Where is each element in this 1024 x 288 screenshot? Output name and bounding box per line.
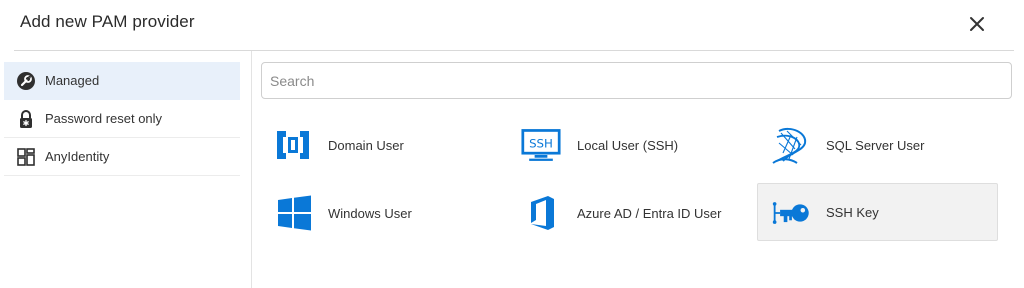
provider-label: SSH Key (826, 204, 879, 220)
provider-label: Azure AD / Entra ID User (577, 205, 722, 221)
dialog-title: Add new PAM provider (20, 12, 195, 31)
sidebar-item-label: Password reset only (45, 111, 163, 126)
close-button[interactable] (962, 10, 992, 38)
sidebar-item-managed[interactable]: Managed (4, 62, 240, 100)
padlock-asterisk-icon (16, 109, 36, 129)
provider-tile-ssh-key[interactable]: SSH Key (757, 183, 998, 241)
header-divider (14, 50, 1014, 51)
provider-tile-domain-user[interactable]: Domain User (261, 116, 502, 174)
svg-text:SSH: SSH (529, 137, 553, 151)
dialog-header: Add new PAM provider (0, 0, 1024, 50)
ssh-key-icon (771, 193, 811, 233)
provider-tile-sql-server-user[interactable]: SQL Server User (759, 116, 1000, 174)
provider-label: Local User (SSH) (577, 137, 679, 153)
windows-logo-icon (274, 193, 314, 233)
domain-user-icon (273, 125, 313, 165)
provider-label: Windows User (328, 205, 412, 221)
grid-blocks-icon (16, 147, 36, 167)
close-icon (970, 17, 984, 31)
sidebar-item-password-reset-only[interactable]: Password reset only (4, 100, 240, 138)
provider-tile-windows-user[interactable]: Windows User (261, 184, 502, 242)
provider-category-sidebar: Managed Password reset only AnyIdentity (4, 62, 240, 288)
panel-divider (251, 51, 252, 288)
sidebar-item-anyidentity[interactable]: AnyIdentity (4, 138, 240, 176)
search-input[interactable] (261, 62, 1012, 99)
provider-label: SQL Server User (826, 137, 925, 153)
sidebar-item-label: Managed (45, 73, 100, 88)
sql-server-icon (771, 124, 811, 164)
add-pam-provider-dialog: Add new PAM provider Managed Password re… (0, 0, 1024, 288)
wrench-circle-icon (16, 71, 36, 91)
sidebar-item-label: AnyIdentity (45, 149, 110, 164)
provider-tile-local-user-ssh[interactable]: SSH Local User (SSH) (510, 116, 751, 174)
office-logo-icon (522, 193, 562, 233)
provider-label: Domain User (328, 137, 404, 153)
provider-tile-azure-ad-entra-id-user[interactable]: Azure AD / Entra ID User (510, 184, 751, 242)
ssh-monitor-icon: SSH (521, 125, 561, 165)
